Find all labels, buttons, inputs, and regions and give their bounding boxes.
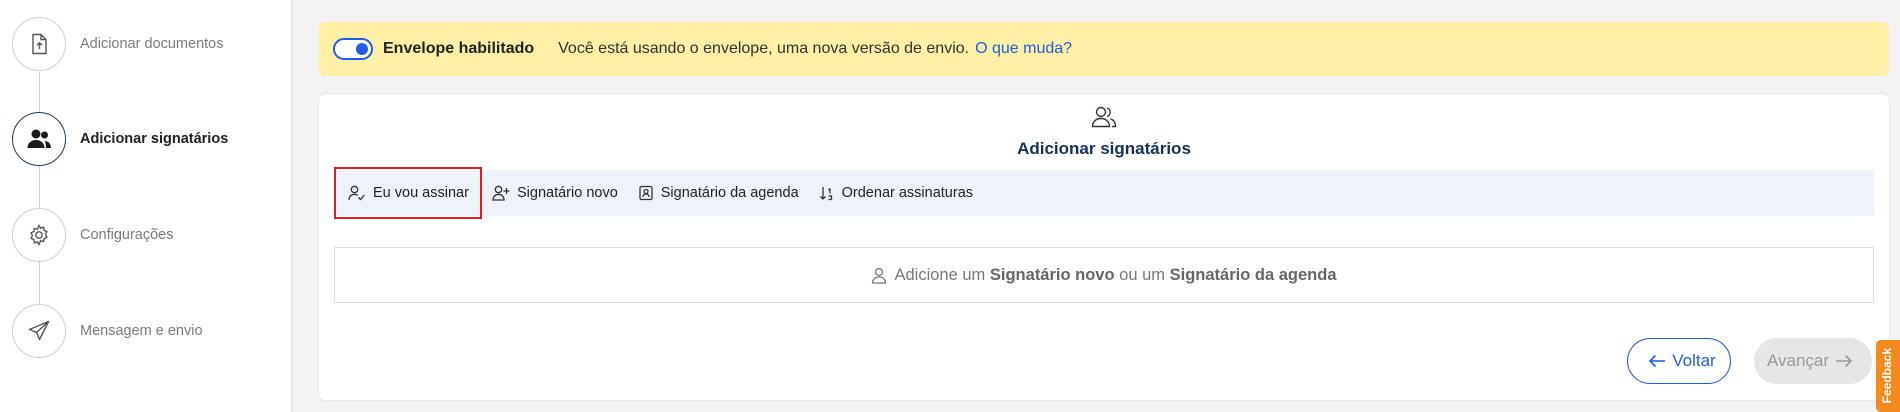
empty-bold-new-signer: Signatário novo bbox=[989, 265, 1115, 284]
sidebar-stepper: Adicionar documentos Adicionar signatári… bbox=[0, 0, 292, 412]
users-icon bbox=[27, 129, 51, 148]
envelope-toggle[interactable] bbox=[333, 38, 373, 60]
next-label: Avançar bbox=[1766, 351, 1830, 370]
feedback-tab[interactable]: Feedback bbox=[1876, 340, 1900, 412]
tool-label: Eu vou assinar bbox=[373, 185, 469, 201]
i-will-sign-button[interactable]: Eu vou assinar bbox=[334, 167, 482, 219]
step-mensagem-e-envio[interactable]: Mensagem e envio bbox=[12, 303, 203, 359]
user-plus-icon bbox=[492, 185, 510, 201]
contact-signer-button[interactable]: Signatário da agenda bbox=[628, 170, 809, 216]
users-icon bbox=[1091, 106, 1117, 128]
card-title: Adicionar signatários bbox=[1017, 139, 1191, 158]
envelope-banner: Envelope habilitado Você está usando o e… bbox=[319, 22, 1889, 76]
back-label: Voltar bbox=[1672, 351, 1716, 370]
step-circle bbox=[12, 17, 66, 71]
step-circle bbox=[12, 112, 66, 166]
gear-icon bbox=[30, 224, 48, 246]
step-circle bbox=[12, 208, 66, 262]
step-label: Mensagem e envio bbox=[80, 323, 203, 339]
tool-label: Ordenar assinaturas bbox=[841, 185, 974, 201]
step-configuracoes[interactable]: Configurações bbox=[12, 207, 174, 263]
arrow-left-icon bbox=[1649, 354, 1666, 368]
signers-toolbar: Eu vou assinar Signatário novo Signatári… bbox=[334, 167, 1874, 219]
step-adicionar-signatarios[interactable]: Adicionar signatários bbox=[12, 111, 228, 167]
step-label: Configurações bbox=[80, 227, 174, 243]
banner-text: Você está usando o envelope, uma nova ve… bbox=[558, 40, 970, 57]
step-circle bbox=[12, 304, 66, 358]
toggle-knob bbox=[356, 43, 368, 55]
empty-prefix: Adicione um bbox=[894, 265, 986, 284]
feedback-label: Feedback bbox=[1880, 348, 1894, 404]
order-signatures-button[interactable]: Ordenar assinaturas bbox=[809, 170, 983, 216]
arrow-right-icon bbox=[1836, 354, 1853, 368]
empty-signers-message: Adicione um Signatário novo ou um Signat… bbox=[334, 247, 1874, 303]
address-book-icon bbox=[639, 185, 653, 201]
document-upload-icon bbox=[32, 33, 47, 55]
sort-order-icon bbox=[819, 187, 832, 201]
paper-plane-icon bbox=[28, 320, 50, 341]
user-icon bbox=[872, 267, 887, 284]
step-label: Adicionar documentos bbox=[80, 36, 224, 52]
new-signer-button[interactable]: Signatário novo bbox=[482, 170, 628, 216]
tool-label: Signatário novo bbox=[517, 185, 618, 201]
empty-middle: ou um bbox=[1119, 265, 1166, 284]
step-label: Adicionar signatários bbox=[80, 131, 229, 147]
user-check-icon bbox=[348, 185, 365, 201]
next-button[interactable]: Avançar bbox=[1754, 338, 1872, 384]
signers-card: Adicionar signatários Eu vou assinar Sig… bbox=[319, 94, 1889, 400]
empty-bold-contact-signer: Signatário da agenda bbox=[1169, 265, 1337, 284]
back-button[interactable]: Voltar bbox=[1627, 338, 1731, 384]
tool-label: Signatário da agenda bbox=[660, 185, 799, 201]
what-changes-link[interactable]: O que muda? bbox=[975, 40, 1072, 58]
step-adicionar-documentos[interactable]: Adicionar documentos bbox=[12, 16, 223, 72]
banner-title: Envelope habilitado bbox=[383, 40, 535, 57]
